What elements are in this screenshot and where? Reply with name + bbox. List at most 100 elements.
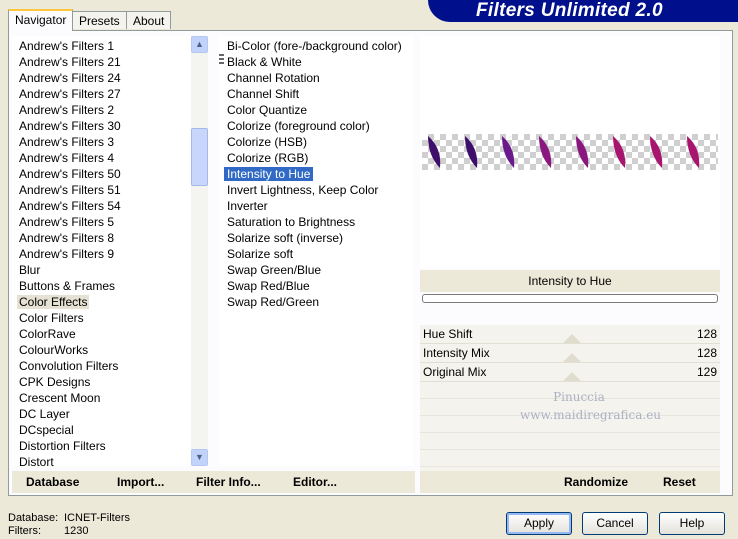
leaf-shape [650, 136, 663, 168]
preview-area [420, 36, 720, 268]
app-title: Filters Unlimited 2.0 [476, 0, 663, 21]
filter-item[interactable]: Invert Lightness, Keep Color [227, 182, 378, 198]
category-item[interactable]: Andrew's Filters 54 [19, 198, 121, 214]
category-item[interactable]: Andrew's Filters 8 [19, 230, 114, 246]
category-scrollbar[interactable]: ▲ ▼ [191, 36, 208, 466]
category-item[interactable]: Andrew's Filters 24 [19, 70, 121, 86]
slider-thumb[interactable] [563, 372, 581, 381]
database-button[interactable]: Database [26, 475, 79, 489]
slider-thumb[interactable] [563, 353, 581, 362]
cancel-button[interactable]: Cancel [582, 512, 648, 535]
category-item[interactable]: Distortion Filters [19, 438, 106, 454]
filter-list[interactable]: Bi-Color (fore-/background color) Black &… [218, 36, 414, 466]
status-value: ICNET-Filters [64, 512, 130, 524]
chevron-up-icon: ▲ [195, 39, 204, 49]
status-filters: Filters: 1230 [8, 525, 88, 537]
category-item[interactable]: Andrew's Filters 2 [19, 102, 114, 118]
category-item[interactable]: Crescent Moon [19, 390, 100, 406]
category-label: Crescent Moon [19, 391, 101, 405]
scroll-up-button[interactable]: ▲ [191, 36, 208, 53]
category-label: Andrew's Filters 2 [19, 103, 114, 117]
scroll-down-button[interactable]: ▼ [191, 449, 208, 466]
param-hue-shift[interactable]: Hue Shift 128 [420, 325, 720, 344]
scroll-thumb[interactable] [191, 128, 208, 186]
category-label: Andrew's Filters 51 [19, 183, 121, 197]
filter-item[interactable]: Channel Rotation [227, 70, 320, 86]
param-label: Intensity Mix [423, 346, 490, 360]
category-item[interactable]: DC Layer [19, 406, 70, 422]
category-label: Andrew's Filters 1 [19, 39, 114, 53]
filter-item[interactable]: Bi-Color (fore-/background color) [227, 38, 402, 54]
randomize-button[interactable]: Randomize [564, 475, 628, 489]
category-item[interactable]: Distort [19, 454, 54, 466]
param-intensity-mix[interactable]: Intensity Mix 128 [420, 344, 720, 363]
apply-button[interactable]: Apply [506, 512, 572, 535]
tab-about[interactable]: About [126, 11, 172, 29]
help-button[interactable]: Help [659, 512, 725, 535]
category-item[interactable]: Andrew's Filters 5 [19, 214, 114, 230]
left-toolbar: Database Import... Filter Info... Editor… [12, 471, 415, 493]
leaf-shape [428, 136, 441, 168]
category-label: Andrew's Filters 50 [19, 167, 121, 181]
category-item[interactable]: Convolution Filters [19, 358, 118, 374]
filter-label: Colorize (HSB) [227, 135, 308, 149]
category-list[interactable]: Andrew's Filters 1 Andrew's Filters 21 And… [12, 36, 208, 466]
leaf-shape [687, 136, 700, 168]
category-label: Distort [19, 455, 54, 466]
category-label: Andrew's Filters 9 [19, 247, 114, 261]
filter-info-button[interactable]: Filter Info... [196, 475, 261, 489]
filter-item[interactable]: Intensity to Hue [224, 166, 314, 182]
category-item[interactable]: ColorRave [19, 326, 76, 342]
filter-item[interactable]: Color Quantize [227, 102, 307, 118]
category-item[interactable]: Andrew's Filters 4 [19, 150, 114, 166]
filter-label: Channel Rotation [227, 71, 320, 85]
filter-label: Solarize soft [227, 247, 294, 261]
category-item[interactable]: Andrew's Filters 51 [19, 182, 121, 198]
editor-button[interactable]: Editor... [293, 475, 337, 489]
right-toolbar: Randomize Reset [420, 471, 720, 493]
category-item[interactable]: Andrew's Filters 3 [19, 134, 114, 150]
category-item[interactable]: Andrew's Filters 50 [19, 166, 121, 182]
category-item[interactable]: Blur [19, 262, 40, 278]
filter-item[interactable]: Colorize (HSB) [227, 134, 307, 150]
filter-item[interactable]: Solarize soft (inverse) [227, 230, 343, 246]
leaf-shape [613, 136, 626, 168]
category-item[interactable]: ColourWorks [19, 342, 88, 358]
category-item[interactable]: Andrew's Filters 21 [19, 54, 121, 70]
param-value: 129 [696, 365, 717, 379]
filter-item[interactable]: Swap Green/Blue [227, 262, 321, 278]
category-item[interactable]: DCspecial [19, 422, 74, 438]
category-item[interactable]: Andrew's Filters 9 [19, 246, 114, 262]
leaf-shape [576, 136, 589, 168]
filter-item[interactable]: Inverter [227, 198, 268, 214]
slider-thumb[interactable] [563, 334, 581, 343]
category-item[interactable]: Buttons & Frames [19, 278, 115, 294]
category-item[interactable]: CPK Designs [19, 374, 90, 390]
category-item[interactable]: Andrew's Filters 27 [19, 86, 121, 102]
param-original-mix[interactable]: Original Mix 129 [420, 363, 720, 382]
reset-button[interactable]: Reset [663, 475, 696, 489]
category-item[interactable]: Andrew's Filters 1 [19, 38, 114, 54]
filter-item[interactable]: Colorize (foreground color) [227, 118, 370, 134]
category-label: Convolution Filters [19, 359, 119, 373]
filter-item[interactable]: Swap Red/Blue [227, 278, 310, 294]
param-label: Hue Shift [423, 327, 473, 341]
category-item[interactable]: Andrew's Filters 30 [19, 118, 121, 134]
filter-item[interactable]: Solarize soft [227, 246, 293, 262]
category-item[interactable]: Color Effects [17, 294, 90, 310]
filter-label: Colorize (RGB) [227, 151, 309, 165]
filter-item[interactable]: Saturation to Brightness [227, 214, 355, 230]
category-label: Andrew's Filters 4 [19, 151, 114, 165]
filter-item[interactable]: Black & White [227, 54, 302, 70]
category-item[interactable]: Color Filters [19, 310, 84, 326]
filter-item[interactable]: Channel Shift [227, 86, 299, 102]
tab-presets[interactable]: Presets [72, 11, 127, 29]
tab-navigator[interactable]: Navigator [8, 9, 74, 31]
filter-label: Invert Lightness, Keep Color [227, 183, 379, 197]
import-button[interactable]: Import... [117, 475, 164, 489]
filter-item[interactable]: Colorize (RGB) [227, 150, 308, 166]
filter-item[interactable]: Swap Red/Green [227, 294, 319, 310]
filter-label: Swap Red/Green [227, 295, 320, 309]
param-label: Original Mix [423, 365, 487, 379]
filter-name-display: Intensity to Hue [420, 270, 720, 292]
